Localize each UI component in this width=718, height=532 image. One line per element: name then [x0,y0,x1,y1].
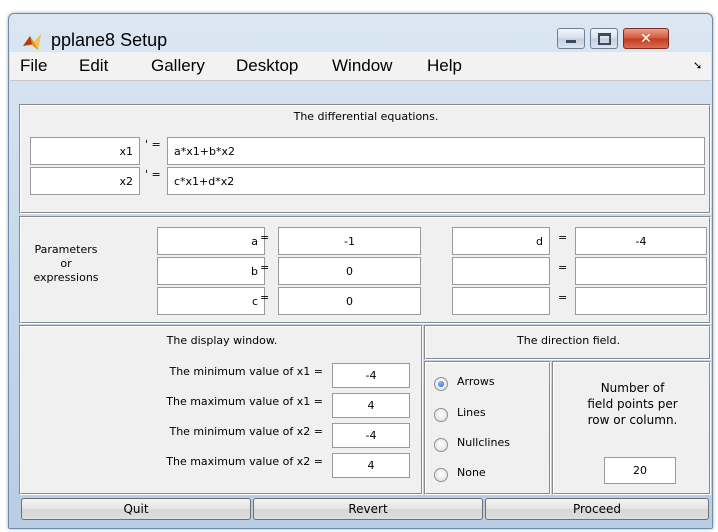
equation-rhs-x1[interactable]: a*x1+b*x2 [167,137,705,165]
radio-nullclines[interactable] [434,438,448,452]
display-window-heading: The display window. [166,334,278,347]
param-equals-b: = [260,261,270,274]
close-icon: ✕ [640,30,652,47]
radio-none-label[interactable]: None [457,466,486,479]
equation-rhs-x2[interactable]: c*x1+d*x2 [167,167,705,195]
param-value-c[interactable]: 0 [278,287,421,315]
direction-field-panel: The direction field. [424,325,711,360]
maximize-button[interactable] [590,28,618,49]
parameters-panel: Parameters or expressions a = -1 b = 0 c… [19,216,711,324]
field-points-panel: Number of field points per row or column… [552,361,711,495]
menu-file[interactable]: File [20,56,47,76]
dock-arrow-icon[interactable]: ➘ [693,59,702,72]
param-value-empty-2[interactable] [575,287,707,315]
radio-none[interactable] [434,468,448,482]
app-window: pplane8 Setup ✕ File Edit Gallery Deskto… [8,13,713,529]
equation-var-x2[interactable]: x2 [30,167,140,195]
close-button[interactable]: ✕ [623,28,669,49]
param-name-d[interactable]: d [452,227,550,255]
ymin-label: The minimum value of x2 = [169,425,323,438]
ymax-label: The maximum value of x2 = [166,455,323,468]
direction-field-heading: The direction field. [517,334,620,347]
field-points-label: Number of field points per row or column… [587,381,678,427]
revert-button[interactable]: Revert [253,498,483,520]
param-value-a[interactable]: -1 [278,227,421,255]
param-value-b[interactable]: 0 [278,257,421,285]
equation-var-x1[interactable]: x1 [30,137,140,165]
matlab-app-icon [21,32,43,52]
param-name-empty-2[interactable] [452,287,550,315]
minimize-icon [566,40,576,43]
minimize-button[interactable] [557,28,585,49]
menu-edit[interactable]: Edit [79,56,108,76]
menu-desktop[interactable]: Desktop [236,56,298,76]
radio-nullclines-label[interactable]: Nullclines [457,436,510,449]
xmax-input[interactable]: 4 [332,393,410,418]
menu-window[interactable]: Window [332,56,392,76]
menu-help[interactable]: Help [427,56,462,76]
ymax-input[interactable]: 4 [332,453,410,478]
xmin-input[interactable]: -4 [332,363,410,388]
parameters-label: Parameters or expressions [33,243,99,284]
equation-prime-x1: ' = [145,138,161,151]
xmin-label: The minimum value of x1 = [169,365,323,378]
display-window-panel: The display window. The minimum value of… [19,325,423,495]
radio-arrows-label[interactable]: Arrows [457,375,495,388]
equation-prime-x2: ' = [145,168,161,181]
equations-panel: The differential equations. x1 ' = a*x1+… [19,104,711,214]
param-name-b[interactable]: b [157,257,265,285]
param-value-empty-1[interactable] [575,257,707,285]
param-equals-a: = [260,231,270,244]
quit-button[interactable]: Quit [21,498,251,520]
param-name-empty-1[interactable] [452,257,550,285]
param-equals-c: = [260,291,270,304]
proceed-button[interactable]: Proceed [485,498,709,520]
radio-lines-label[interactable]: Lines [457,406,486,419]
title-bar[interactable]: pplane8 Setup ✕ [9,14,712,50]
window-title: pplane8 Setup [51,30,168,50]
field-points-input[interactable]: 20 [604,457,676,484]
field-type-panel: Arrows Lines Nullclines None [424,361,551,495]
radio-lines[interactable] [434,408,448,422]
param-name-c[interactable]: c [157,287,265,315]
maximize-icon [597,32,611,45]
equations-heading: The differential equations. [293,110,439,123]
ymin-input[interactable]: -4 [332,423,410,448]
menu-bar: File Edit Gallery Desktop Window Help ➘ [10,52,711,81]
param-equals-empty-1: = [558,261,568,274]
menu-gallery[interactable]: Gallery [151,56,205,76]
param-name-a[interactable]: a [157,227,265,255]
param-value-d[interactable]: -4 [575,227,707,255]
param-equals-d: = [558,231,568,244]
param-equals-empty-2: = [558,291,568,304]
radio-arrows[interactable] [434,377,448,391]
xmax-label: The maximum value of x1 = [166,395,323,408]
